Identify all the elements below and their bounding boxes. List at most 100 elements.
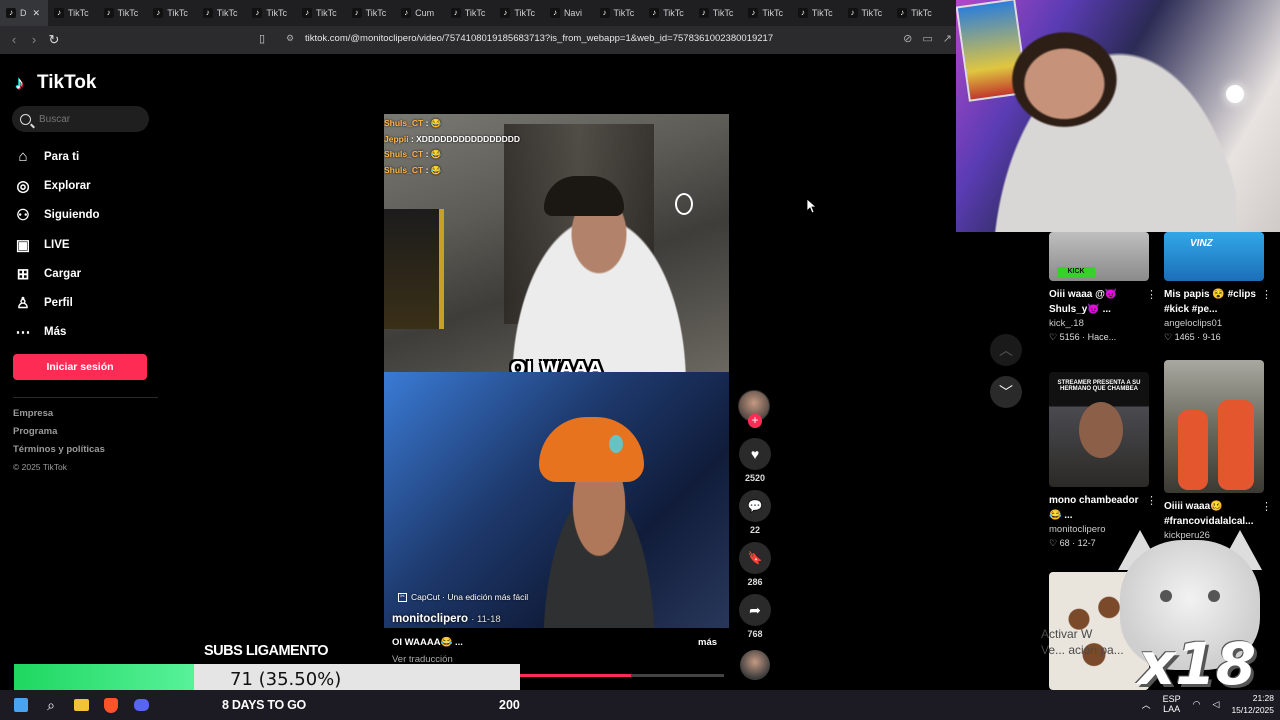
more-button[interactable]: más: [698, 637, 717, 648]
more-options-icon[interactable]: ⋮: [1261, 288, 1272, 301]
reload-icon[interactable]: ↻: [44, 30, 64, 50]
close-tab-icon[interactable]: ✕: [33, 8, 41, 19]
related-card[interactable]: STREAMER PRESENTA A SU HERMANO QUE CHAMB…: [1049, 372, 1157, 549]
tab-label: TikTc: [315, 8, 337, 18]
subs-goal-target: 200: [499, 698, 520, 712]
browser-tab[interactable]: ♪ TikTc: [147, 0, 197, 26]
tiktok-logo[interactable]: ♪ TikTok: [15, 72, 96, 94]
browser-tab[interactable]: ♪ TikTc: [98, 0, 148, 26]
brave-browser-icon[interactable]: [96, 690, 126, 720]
chevron-down-icon: ﹀: [999, 384, 1013, 400]
browser-tab[interactable]: ♪ TikTc: [693, 0, 743, 26]
tiktok-favicon-icon: ♪: [649, 8, 660, 18]
tray-chevron-up-icon[interactable]: ︿: [1142, 698, 1151, 711]
search-icon: [20, 113, 31, 125]
cast-icon[interactable]: ▭: [922, 32, 932, 45]
browser-tab[interactable]: ♪ TikTc: [346, 0, 396, 26]
save-button[interactable]: 🔖: [739, 542, 771, 574]
more-options-icon[interactable]: ⋮: [1146, 494, 1157, 507]
related-author[interactable]: angeloclips01: [1164, 318, 1266, 329]
related-card[interactable]: ⋮ Oiiii waaa🥴 #francovidalalcal... kickp…: [1164, 360, 1272, 541]
next-video-button[interactable]: ﹀: [990, 376, 1022, 408]
sidebar-item-perfil[interactable]: ♙ Perfil: [14, 288, 100, 317]
browser-tab[interactable]: ♪ TikTc: [643, 0, 693, 26]
previous-video-button[interactable]: ︿: [990, 334, 1022, 366]
browser-tab[interactable]: ♪ TikTc: [594, 0, 644, 26]
sidebar-item-siguiendo[interactable]: ⚇ Siguiendo: [14, 201, 99, 230]
address-bar: ‹ › ↻ ▯ ⚙ tiktok.com/@monitoclipero/vide…: [0, 26, 956, 54]
follow-plus-icon[interactable]: +: [748, 414, 762, 428]
browser-tab[interactable]: ♪ TikTc: [742, 0, 792, 26]
video-player[interactable]: Shuls_CT : 😂 Jeppii : XDDDDDDDDDDDDDDDD Sh…: [384, 114, 729, 628]
share-button[interactable]: ➦: [739, 594, 771, 626]
browser-tab[interactable]: ♪ TikTc: [197, 0, 247, 26]
tiktok-favicon-icon: ♪: [252, 8, 263, 18]
footer-link-programa[interactable]: Programa: [13, 426, 105, 444]
related-card[interactable]: KICK ⋮ Oiii waaa @😈 Shuls_y😈 ... kick_.1…: [1049, 232, 1157, 343]
browser-tab[interactable]: ♪ TikTc: [246, 0, 296, 26]
clock[interactable]: 21:28 15/12/2025: [1231, 692, 1274, 716]
thumb-logo: VINZ: [1190, 238, 1213, 249]
sidebar-item-cargar[interactable]: ⊞ Cargar: [14, 259, 100, 288]
related-thumbnail[interactable]: VINZ: [1164, 232, 1264, 281]
sidebar-item-para-ti[interactable]: ⌂ Para ti: [14, 142, 100, 171]
browser-tab[interactable]: ♪ TikTc: [494, 0, 544, 26]
discord-icon[interactable]: [126, 690, 156, 720]
search-taskbar-icon[interactable]: ⌕: [36, 690, 66, 720]
author-name[interactable]: monitoclipero: [392, 613, 468, 625]
site-info-icon[interactable]: ⚙: [286, 33, 294, 44]
sidebar-item-más[interactable]: ⋯ Más: [14, 318, 100, 347]
url-field[interactable]: tiktok.com/@monitoclipero/video/75741080…: [305, 33, 773, 44]
video-author[interactable]: monitoclipero · 11-18: [392, 613, 501, 625]
cat-overlay: x18: [1110, 530, 1270, 710]
browser-tab[interactable]: ♪ TikTc: [792, 0, 842, 26]
compass-icon: ◎: [16, 177, 30, 195]
share-icon[interactable]: ↗: [943, 32, 952, 45]
like-button[interactable]: ♥: [739, 438, 771, 470]
related-card[interactable]: VINZ ⋮ Mis papis 😵 #clips #kick #pe... a…: [1164, 232, 1272, 343]
related-thumbnail[interactable]: [1164, 360, 1264, 493]
music-avatar[interactable]: [740, 650, 770, 680]
related-thumbnail[interactable]: STREAMER PRESENTA A SU HERMANO QUE CHAMB…: [1049, 372, 1149, 487]
footer-link-empresa[interactable]: Empresa: [13, 408, 105, 426]
video-progress-bar[interactable]: [518, 674, 724, 677]
browser-tab[interactable]: ♪ TikTc: [842, 0, 892, 26]
related-title: mono chambeador 😂 ...: [1049, 495, 1139, 521]
login-button[interactable]: Iniciar sesión: [13, 354, 147, 380]
browser-tab[interactable]: ♪ TikTc: [891, 0, 941, 26]
taskbar: ⌕ 8 DAYS TO GO 200 ︿ ESP LAA ◠ ◁ 21:28 15/…: [0, 690, 1280, 720]
stream-chat: Shuls_CT : 😂 Jeppii : XDDDDDDDDDDDDDDDD Sh…: [384, 116, 520, 178]
browser-tab[interactable]: ♪ D ✕: [0, 0, 48, 26]
search-input[interactable]: [39, 113, 139, 125]
browser-tab[interactable]: ♪ Navi: [544, 0, 594, 26]
related-author[interactable]: kick_.18: [1049, 318, 1151, 329]
footer-link-terms[interactable]: Términos y políticas: [13, 444, 105, 462]
more-options-icon[interactable]: ⋮: [1261, 500, 1272, 513]
related-thumbnail[interactable]: KICK: [1049, 232, 1149, 281]
tab-label: TikTc: [266, 8, 288, 18]
volume-icon[interactable]: ◁: [1213, 699, 1220, 710]
capcut-label[interactable]: ✂ CapCut · Una edición más fácil: [398, 592, 528, 602]
file-explorer-icon[interactable]: [66, 690, 96, 720]
screen: ♪ D ✕ ♪ TikTc ♪ TikTc ♪ TikTc ♪ TikTc ♪ TikTc ♪ TikTc ♪…: [0, 0, 1280, 720]
reader-off-icon[interactable]: ⊘: [903, 32, 912, 45]
search-box[interactable]: [12, 106, 149, 132]
widgets-icon[interactable]: [6, 690, 36, 720]
back-icon[interactable]: ‹: [4, 30, 24, 50]
bookmark-icon[interactable]: ▯: [259, 32, 265, 45]
browser-tab[interactable]: ♪ TikTc: [445, 0, 495, 26]
related-date: 9-16: [1202, 332, 1221, 342]
browser-tab[interactable]: ♪ Cum: [395, 0, 445, 26]
share-count: 768: [747, 629, 763, 639]
sidebar-item-explorar[interactable]: ◎ Explorar: [14, 171, 100, 200]
comment-button[interactable]: 💬: [739, 490, 771, 522]
browser-tab[interactable]: ♪ TikTc: [48, 0, 98, 26]
browser-tab[interactable]: ♪ TikTc: [296, 0, 346, 26]
language-indicator[interactable]: ESP LAA: [1163, 694, 1181, 714]
more-options-icon[interactable]: ⋮: [1146, 288, 1157, 301]
wifi-icon[interactable]: ◠: [1193, 699, 1201, 710]
sidebar-item-live[interactable]: ▣ LIVE: [14, 230, 100, 259]
chat-message: : XDDDDDDDDDDDDDDDD: [410, 133, 521, 144]
forward-icon[interactable]: ›: [24, 30, 44, 50]
sidebar-item-label: LIVE: [44, 238, 70, 251]
